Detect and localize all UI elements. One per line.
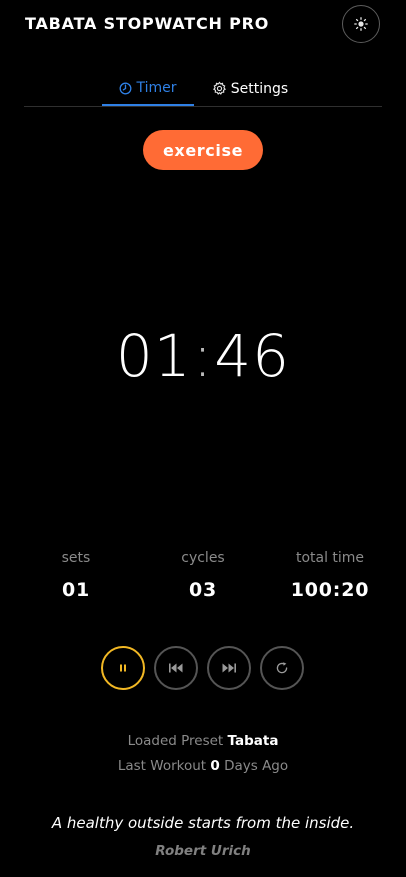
tab-bar: Timer Settings xyxy=(24,72,382,107)
pause-icon xyxy=(118,663,128,673)
timer-minutes: 01 xyxy=(115,322,192,390)
timer-seconds: 46 xyxy=(214,322,291,390)
tab-settings[interactable]: Settings xyxy=(204,72,296,105)
header: TABATA STOPWATCH PRO xyxy=(0,0,406,50)
loaded-preset-line: Loaded Preset Tabata xyxy=(0,733,406,749)
skip-forward-icon xyxy=(221,662,237,674)
tab-timer-label: Timer xyxy=(136,80,177,96)
theme-toggle-button[interactable] xyxy=(342,5,380,43)
pause-button[interactable] xyxy=(101,646,145,690)
next-button[interactable] xyxy=(207,646,251,690)
stat-total-time: total time 100:20 xyxy=(270,550,390,601)
app-title: TABATA STOPWATCH PRO xyxy=(25,14,270,33)
stats-row: sets 01 cycles 03 total time 100:20 xyxy=(0,550,406,610)
reset-button[interactable] xyxy=(260,646,304,690)
last-workout-prefix: Last Workout xyxy=(117,758,207,774)
stat-cycles: cycles 03 xyxy=(143,550,263,601)
clock-icon xyxy=(119,82,132,95)
stat-sets-label: sets xyxy=(61,550,91,566)
timer-separator: : xyxy=(192,322,214,390)
quote-text: A healthy outside starts from the inside… xyxy=(51,814,355,832)
last-workout-days: 0 xyxy=(210,758,220,774)
stat-cycles-value: 03 xyxy=(188,579,218,601)
stat-cycles-label: cycles xyxy=(181,550,225,566)
stat-sets: sets 01 xyxy=(16,550,136,601)
countdown-display: 01:46 xyxy=(0,318,406,394)
stat-total-time-label: total time xyxy=(295,550,365,566)
previous-button[interactable] xyxy=(154,646,198,690)
loaded-preset-name: Tabata xyxy=(227,733,279,749)
loaded-preset-prefix: Loaded Preset xyxy=(127,733,224,749)
reset-icon xyxy=(275,661,289,675)
quote-author: Robert Urich xyxy=(155,843,251,859)
last-workout-suffix: Days Ago xyxy=(224,758,289,774)
playback-controls xyxy=(0,646,406,692)
sun-icon xyxy=(354,17,368,31)
phase-badge: exercise xyxy=(143,130,263,170)
skip-back-icon xyxy=(168,662,184,674)
tab-timer[interactable]: Timer xyxy=(102,72,194,106)
app-root: TABATA STOPWATCH PRO Timer Settings exer… xyxy=(0,0,406,877)
stat-total-time-value: 100:20 xyxy=(290,579,370,601)
tab-settings-label: Settings xyxy=(230,80,289,97)
last-workout-line: Last Workout 0 Days Ago xyxy=(0,758,406,774)
gear-icon xyxy=(212,81,227,96)
stat-sets-value: 01 xyxy=(61,579,91,601)
